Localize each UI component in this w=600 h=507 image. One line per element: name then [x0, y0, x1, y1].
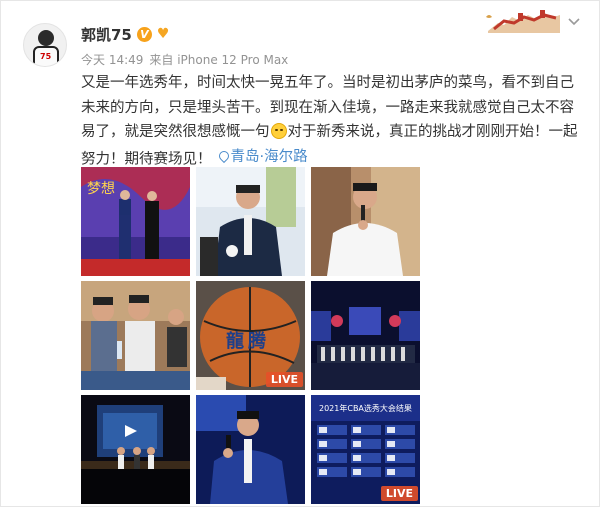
post-meta: 今天 14:49 来自 iPhone 12 Pro Max: [81, 51, 288, 68]
live-badge: LIVE: [265, 372, 303, 387]
photo-6[interactable]: [311, 281, 420, 390]
tearful-face-icon: [270, 123, 287, 139]
svg-text:梦想: 梦想: [87, 181, 115, 197]
weibo-post-card: 75 郭凯75 V ♥ 今天 14:49 来自 iPhone 12 Pro Ma…: [0, 0, 600, 507]
location-label: 青岛·海尔路: [230, 148, 308, 165]
location-link[interactable]: 青岛·海尔路: [218, 145, 308, 170]
heart-icon: ♥: [156, 26, 170, 42]
chevron-down-icon[interactable]: [567, 15, 581, 29]
photo-4[interactable]: [81, 281, 190, 390]
author-row: 郭凯75 V ♥: [81, 23, 169, 45]
author-avatar[interactable]: 75: [23, 23, 67, 67]
photo-3[interactable]: [311, 167, 420, 276]
vip-verified-icon: V: [136, 26, 152, 42]
photo-2[interactable]: [196, 167, 305, 276]
author-name[interactable]: 郭凯75: [81, 24, 132, 45]
photo-1[interactable]: 梦想: [81, 167, 190, 276]
svg-text:龍: 龍: [226, 330, 244, 352]
post-source: 来自 iPhone 12 Pro Max: [149, 53, 289, 67]
great-wall-banner-icon: [484, 7, 560, 37]
post-text: 又是一年选秀年，时间太快一晃五年了。当时是初出茅庐的菜鸟，看不到自己未来的方向，…: [81, 71, 581, 171]
photo-7[interactable]: [81, 395, 190, 504]
svg-text:腾: 腾: [248, 330, 267, 352]
post-time[interactable]: 今天 14:49: [81, 51, 143, 68]
photo-8[interactable]: [196, 395, 305, 504]
photo-5[interactable]: 龍 腾 LIVE: [196, 281, 305, 390]
photo-9[interactable]: 2021年CBA选秀大会结果 LIVE: [311, 395, 420, 504]
live-badge: LIVE: [380, 486, 418, 501]
svg-text:2021年CBA选秀大会结果: 2021年CBA选秀大会结果: [319, 403, 412, 413]
location-pin-icon: [218, 151, 228, 163]
